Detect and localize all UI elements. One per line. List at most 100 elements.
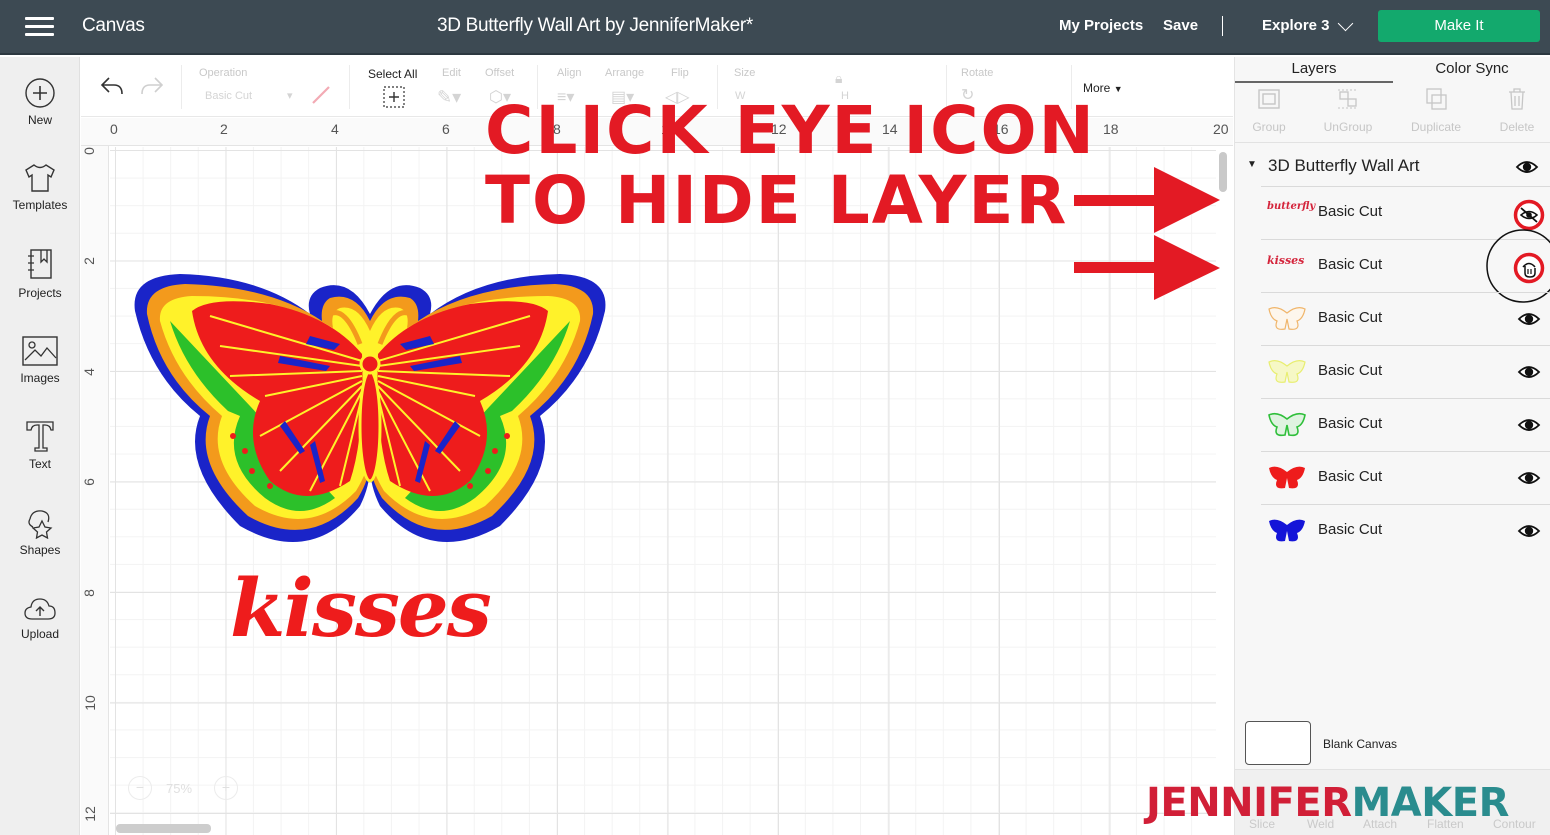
undo-icon[interactable] xyxy=(99,75,125,97)
sidebar-label: Shapes xyxy=(19,543,61,557)
annotation-line-1: CLICK EYE ICON xyxy=(485,92,1096,169)
tab-color-sync[interactable]: Color Sync xyxy=(1393,60,1550,77)
design-space-app: Canvas 3D Butterfly Wall Art by Jennifer… xyxy=(0,0,1550,835)
group-name: 3D Butterfly Wall Art xyxy=(1268,156,1420,175)
layer-actions: Group UnGroup Duplicate Delete xyxy=(1235,87,1550,143)
align-label: Align xyxy=(557,67,582,79)
blank-canvas-label: Blank Canvas xyxy=(1323,737,1398,751)
ruler-tick-label: 6 xyxy=(80,478,97,486)
lock-ratio-icon[interactable]: 🔒︎ xyxy=(835,70,842,87)
ruler-tick-label: 0 xyxy=(80,147,97,155)
butterfly-artwork[interactable] xyxy=(130,266,610,566)
layer-row[interactable]: Basic Cut xyxy=(1261,345,1550,398)
save-button[interactable]: Save xyxy=(1163,17,1198,34)
operation-select[interactable]: Basic Cut xyxy=(205,90,252,102)
sidebar-item-projects[interactable]: Projects xyxy=(0,248,80,300)
arrange-label: Arrange xyxy=(605,67,645,79)
ruler-tick-label: 2 xyxy=(80,257,97,265)
layer-thumbnail-green-butterfly xyxy=(1268,412,1306,437)
zoom-out-button[interactable]: − xyxy=(128,776,152,800)
layer-row[interactable]: Basic Cut xyxy=(1261,398,1550,451)
ungroup-button[interactable]: UnGroup xyxy=(1312,87,1384,134)
ruler-tick-label: 4 xyxy=(80,368,97,376)
chevron-down-icon[interactable] xyxy=(1337,15,1354,32)
sidebar-label: New xyxy=(27,113,52,127)
ruler-tick-label: 0 xyxy=(110,121,118,137)
layer-name: Basic Cut xyxy=(1318,415,1383,432)
tab-layers[interactable]: Layers xyxy=(1235,60,1393,77)
ruler-tick-label: 6 xyxy=(442,121,450,137)
document-title: 3D Butterfly Wall Art by JenniferMaker* xyxy=(437,15,753,36)
kisses-text-artwork[interactable]: kisses xyxy=(230,568,492,648)
sidebar-label: Upload xyxy=(20,627,60,641)
left-sidebar: New Templates Projects Images Text Shape… xyxy=(0,57,80,835)
edit-icon[interactable]: ✎▾ xyxy=(437,87,461,108)
layer-name: Basic Cut xyxy=(1318,256,1383,273)
sidebar-item-templates[interactable]: Templates xyxy=(0,162,80,212)
ungroup-label: UnGroup xyxy=(1323,120,1373,134)
make-it-button[interactable]: Make It xyxy=(1378,10,1540,42)
ruler-tick-label: 10 xyxy=(81,695,98,711)
duplicate-icon xyxy=(1426,88,1447,110)
layer-name: Basic Cut xyxy=(1318,468,1383,485)
sidebar-label: Images xyxy=(20,371,60,385)
arrow-right-icon xyxy=(1074,167,1220,233)
layer-name: Basic Cut xyxy=(1318,521,1383,538)
image-icon xyxy=(22,336,58,366)
duplicate-button[interactable]: Duplicate xyxy=(1400,87,1472,134)
group-button[interactable]: Group xyxy=(1233,87,1305,134)
sidebar-item-new[interactable]: New xyxy=(0,77,80,127)
zoom-value: 75% xyxy=(166,781,193,796)
sidebar-item-images[interactable]: Images xyxy=(0,335,80,385)
layer-thumbnail-red-butterfly xyxy=(1269,466,1305,489)
panel-tabs: Layers Color Sync xyxy=(1235,57,1550,84)
machine-selector[interactable]: Explore 3 xyxy=(1262,17,1330,34)
caret-down-icon: ▼ xyxy=(1113,84,1123,94)
ungroup-icon xyxy=(1338,89,1358,109)
layer-name: Basic Cut xyxy=(1318,362,1383,379)
layer-thumbnail-butterfly-text: butterfly xyxy=(1267,201,1316,212)
ruler-tick-label: 20 xyxy=(1213,121,1229,137)
layer-thumbnail-orange-butterfly xyxy=(1268,307,1306,330)
layer-row[interactable]: Basic Cut xyxy=(1261,292,1550,345)
top-header: Canvas 3D Butterfly Wall Art by Jennifer… xyxy=(0,0,1550,55)
group-icon xyxy=(1258,89,1280,109)
annotation-arrows xyxy=(1074,167,1220,300)
sidebar-item-shapes[interactable]: Shapes xyxy=(0,507,80,557)
operation-dropdown-arrow-icon[interactable]: ▾ xyxy=(287,89,293,102)
left-ruler: 0 2 4 6 8 10 12 xyxy=(81,146,109,835)
layer-row[interactable]: Basic Cut xyxy=(1261,451,1550,504)
eye-icon[interactable] xyxy=(1514,154,1540,180)
brand-part-2: MAKER xyxy=(1351,780,1510,826)
eye-icon[interactable] xyxy=(1516,359,1542,385)
layer-row[interactable]: butterfly Basic Cut xyxy=(1261,186,1550,239)
eye-hover-hand-icon[interactable] xyxy=(1513,252,1545,284)
eye-icon[interactable] xyxy=(1516,412,1542,438)
layer-group-row[interactable]: ▼ 3D Butterfly Wall Art xyxy=(1235,145,1550,187)
delete-button[interactable]: Delete xyxy=(1481,87,1550,134)
layer-thumbnail-blue-butterfly xyxy=(1269,519,1305,542)
eye-icon[interactable] xyxy=(1516,306,1542,332)
plus-circle-icon xyxy=(25,78,55,108)
layers-panel: Layers Color Sync Group UnGroup Duplicat… xyxy=(1234,57,1550,835)
caret-down-icon[interactable]: ▼ xyxy=(1247,159,1257,170)
eye-icon[interactable] xyxy=(1516,465,1542,491)
horizontal-scrollbar[interactable] xyxy=(116,824,211,833)
layer-row[interactable]: kisses Basic Cut xyxy=(1261,239,1550,292)
flip-label: Flip xyxy=(671,67,689,79)
cloud-upload-icon xyxy=(24,598,56,620)
pen-line-icon xyxy=(312,86,330,104)
ruler-tick-label: 12 xyxy=(81,806,98,822)
eye-hidden-icon[interactable] xyxy=(1513,199,1545,231)
sidebar-item-upload[interactable]: Upload xyxy=(0,595,80,641)
operation-label: Operation xyxy=(199,67,248,79)
redo-icon[interactable] xyxy=(139,75,165,97)
sidebar-item-text[interactable]: Text xyxy=(0,419,80,471)
select-all-icon[interactable] xyxy=(383,86,405,108)
my-projects-link[interactable]: My Projects xyxy=(1059,17,1143,34)
eye-icon[interactable] xyxy=(1516,518,1542,544)
group-label: Group xyxy=(1252,120,1286,134)
layer-row[interactable]: Basic Cut xyxy=(1261,504,1550,557)
zoom-in-button[interactable]: + xyxy=(214,776,238,800)
blank-canvas-swatch[interactable] xyxy=(1245,721,1311,765)
